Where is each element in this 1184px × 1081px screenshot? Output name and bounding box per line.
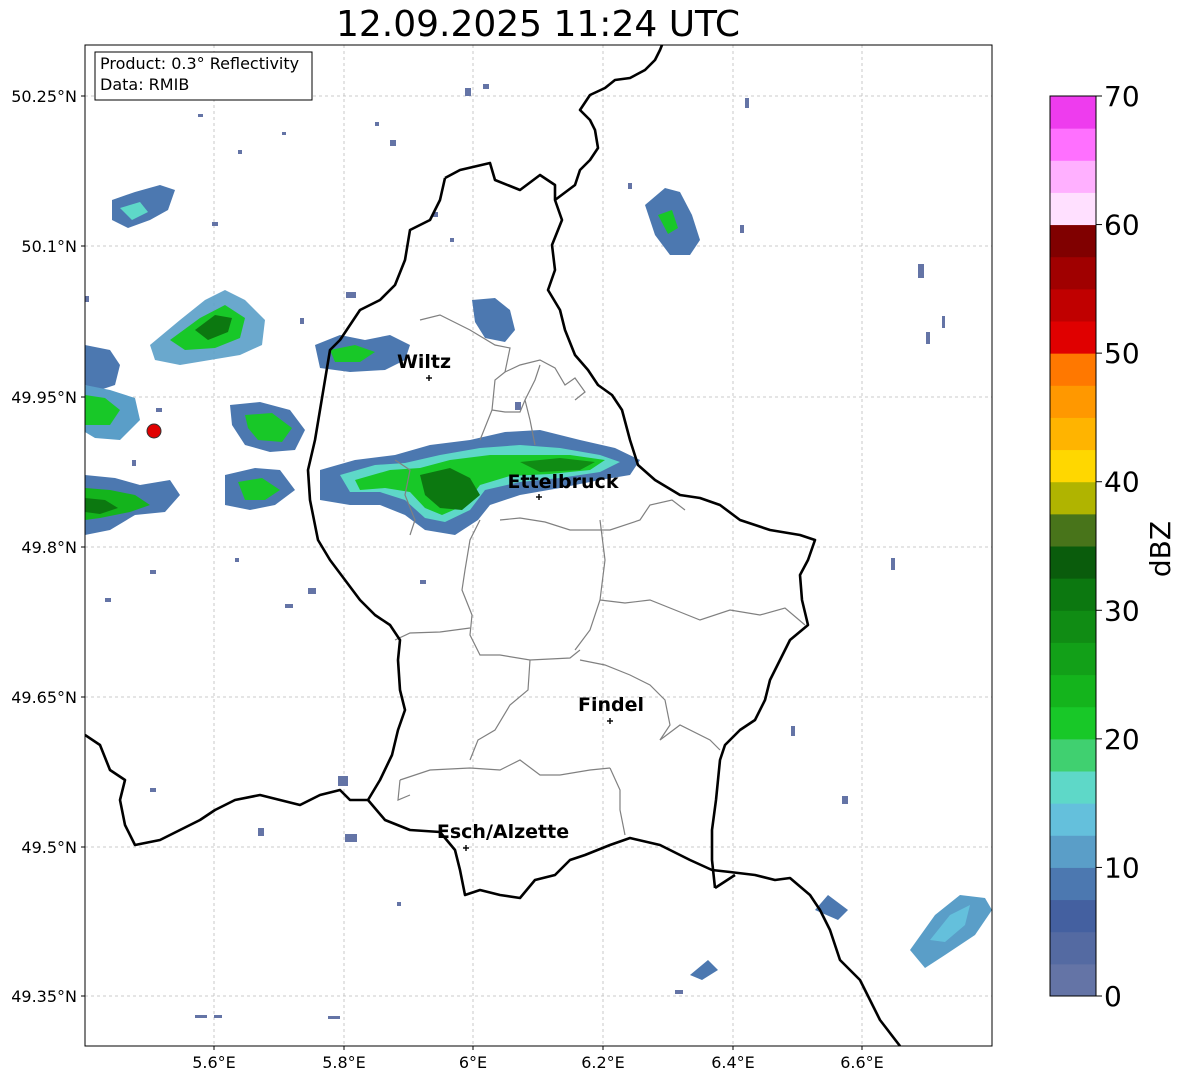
city-label-wiltz: Wiltz	[397, 351, 451, 373]
colorbar-segment	[1050, 192, 1096, 226]
x-tick-label: 5.6°E	[192, 1053, 236, 1072]
colorbar-tick-label: 20	[1104, 723, 1140, 756]
colorbar-tick-label: 50	[1104, 337, 1140, 370]
y-tick-label: 49.95°N	[11, 388, 77, 407]
colorbar	[1050, 96, 1096, 997]
colorbar-segment	[1050, 96, 1096, 129]
y-tick-label: 49.5°N	[21, 838, 77, 857]
colorbar-segment	[1050, 321, 1096, 354]
colorbar-segment	[1050, 674, 1096, 708]
colorbar-segment	[1050, 353, 1096, 386]
radar-site-marker	[146, 423, 162, 439]
x-tick-marks	[213, 1046, 863, 1050]
colorbar-segment	[1050, 128, 1096, 161]
colorbar-segment	[1050, 256, 1096, 290]
colorbar-tick-label: 60	[1104, 209, 1140, 242]
colorbar-segment	[1050, 160, 1096, 193]
info-box: Product: 0.3° Reflectivity Data: RMIB	[94, 51, 313, 101]
colorbar-segment	[1050, 738, 1096, 772]
y-tick-label: 50.25°N	[11, 87, 77, 106]
city-label-findel: Findel	[578, 694, 644, 716]
colorbar-tick-label: 0	[1104, 980, 1122, 1013]
colorbar-segment	[1050, 610, 1096, 643]
x-tick-label: 5.8°E	[322, 1053, 366, 1072]
colorbar-segment	[1050, 578, 1096, 611]
info-data-source: Data: RMIB	[100, 75, 189, 94]
colorbar-segment	[1050, 963, 1096, 997]
colorbar-segment	[1050, 224, 1096, 258]
colorbar-segment	[1050, 706, 1096, 740]
colorbar-segment	[1050, 513, 1096, 547]
colorbar-tick-label: 40	[1104, 466, 1140, 499]
y-tick-label: 49.65°N	[11, 688, 77, 707]
colorbar-segment	[1050, 449, 1096, 483]
radar-map-figure: 12.09.2025 11:24 UTC Wiltz Ettelbruck Fi…	[0, 0, 1184, 1081]
colorbar-ticks: 0 10 20 30 40 50 60 70	[1096, 80, 1140, 1013]
colorbar-tick-label: 10	[1104, 851, 1140, 884]
plot-area	[85, 45, 992, 1046]
colorbar-tick-label: 30	[1104, 594, 1140, 627]
colorbar-segment	[1050, 417, 1096, 451]
city-label-esch-alzette: Esch/Alzette	[437, 821, 569, 843]
colorbar-segment	[1050, 867, 1096, 901]
x-tick-label: 6.2°E	[581, 1053, 625, 1072]
colorbar-segment	[1050, 385, 1096, 418]
colorbar-segment	[1050, 546, 1096, 579]
x-tick-label: 6.6°E	[840, 1053, 884, 1072]
colorbar-segment	[1050, 771, 1096, 804]
colorbar-label: dBZ	[1144, 521, 1177, 577]
y-tick-marks	[81, 95, 85, 997]
colorbar-segment	[1050, 642, 1096, 676]
colorbar-segment	[1050, 931, 1096, 965]
colorbar-segment	[1050, 288, 1096, 322]
colorbar-tick-label: 70	[1104, 80, 1140, 113]
y-tick-label: 49.8°N	[21, 538, 77, 557]
map-canvas: Wiltz Ettelbruck Findel Esch/Alzette Pro…	[11, 44, 1177, 1072]
info-product: Product: 0.3° Reflectivity	[100, 54, 299, 73]
x-tick-label: 6°E	[459, 1053, 487, 1072]
city-label-ettelbruck: Ettelbruck	[508, 471, 619, 493]
x-tick-label: 6.4°E	[711, 1053, 755, 1072]
colorbar-segment	[1050, 803, 1096, 836]
colorbar-segment	[1050, 899, 1096, 933]
y-tick-label: 50.1°N	[21, 237, 77, 256]
y-tick-label: 49.35°N	[11, 987, 77, 1006]
colorbar-segment	[1050, 481, 1096, 515]
colorbar-segment	[1050, 835, 1096, 868]
